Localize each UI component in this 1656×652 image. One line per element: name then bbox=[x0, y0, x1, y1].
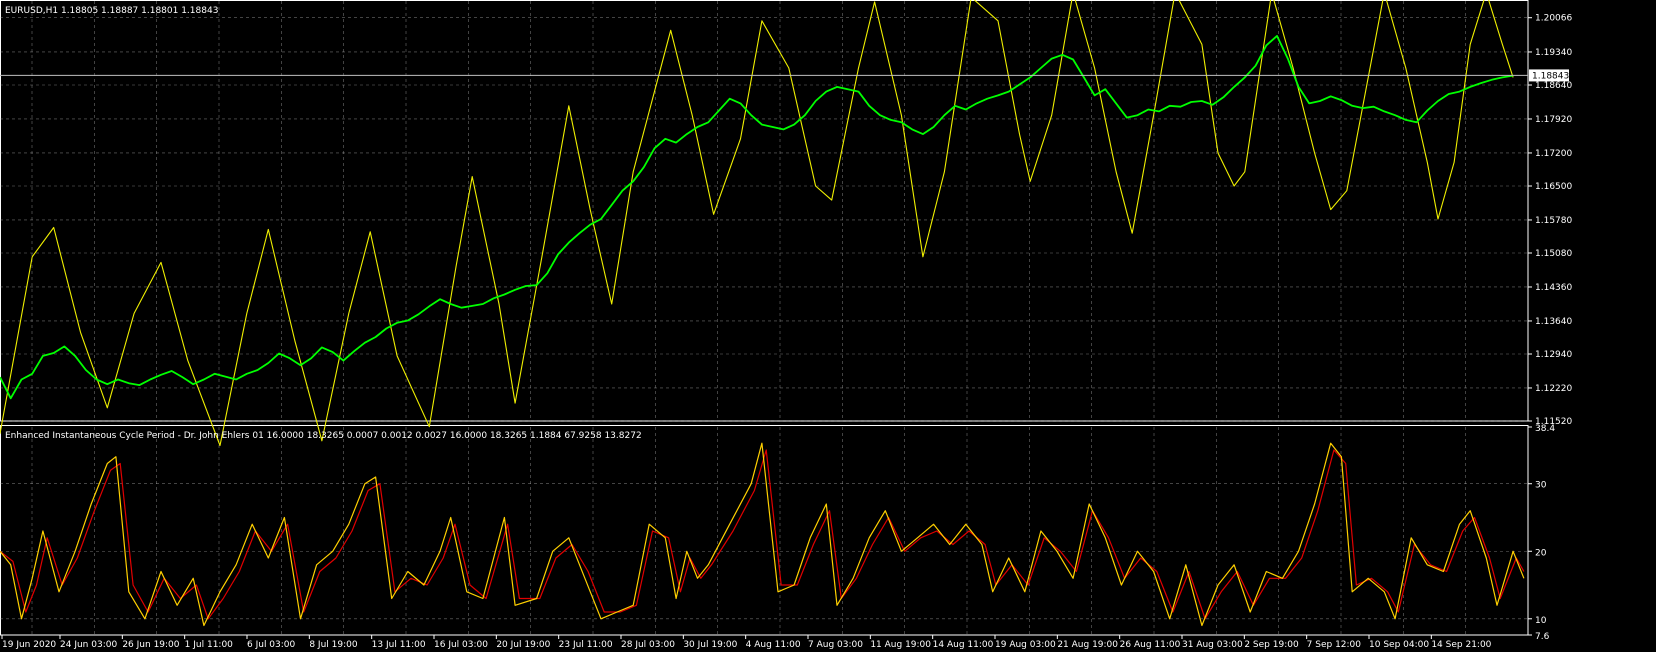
y-tick-label: 1.14360 bbox=[1535, 283, 1572, 293]
x-tick-label: 14 Aug 11:00 bbox=[933, 640, 994, 650]
y-tick-label: 7.6 bbox=[1535, 632, 1550, 642]
x-tick-label: 20 Jul 19:00 bbox=[496, 640, 550, 650]
y-tick-label: 1.18640 bbox=[1535, 81, 1572, 91]
x-tick-label: 24 Jun 03:00 bbox=[60, 640, 117, 650]
y-tick-label: 10 bbox=[1535, 616, 1547, 626]
y-tick-label: 1.15780 bbox=[1535, 216, 1572, 226]
x-tick-label: 28 Jul 03:00 bbox=[621, 640, 675, 650]
y-tick-label: 20 bbox=[1535, 548, 1547, 558]
x-tick-label: 13 Jul 11:00 bbox=[372, 640, 426, 650]
y-tick-label: 1.15080 bbox=[1535, 249, 1572, 259]
x-tick-label: 8 Jul 19:00 bbox=[309, 640, 358, 650]
main-chart-title: EURUSD,H1 1.18805 1.18887 1.18801 1.1884… bbox=[5, 6, 218, 16]
price-line bbox=[0, 35, 1514, 400]
y-tick-label: 1.13640 bbox=[1535, 317, 1572, 327]
y-tick-label: 1.17200 bbox=[1535, 149, 1572, 159]
x-tick-label: 23 Jul 11:00 bbox=[559, 640, 613, 650]
x-tick-label: 10 Sep 04:00 bbox=[1369, 640, 1429, 650]
x-tick-label: 16 Jul 03:00 bbox=[434, 640, 488, 650]
current-price-tag-label: 1.18843 bbox=[1532, 71, 1569, 81]
x-tick-label: 4 Aug 11:00 bbox=[746, 640, 801, 650]
y-tick-label: 1.19340 bbox=[1535, 48, 1572, 58]
x-tick-label: 26 Aug 11:00 bbox=[1120, 640, 1181, 650]
chart-canvas[interactable]: 1.20066 1.19340 1.18640 1.17920 1.17200 1.165… bbox=[0, 0, 1656, 652]
x-tick-label: 21 Aug 19:00 bbox=[1057, 640, 1118, 650]
trading-chart[interactable]: 1.20066 1.19340 1.18640 1.17920 1.17200 1.165… bbox=[0, 0, 1656, 652]
cycle-line bbox=[0, 0, 1514, 447]
y-tick-label: 1.12220 bbox=[1535, 384, 1572, 394]
main-pane-frame bbox=[0, 0, 1529, 422]
x-tick-label: 19 Jun 2020 bbox=[2, 640, 56, 650]
x-tick-label: 1 Jul 11:00 bbox=[185, 640, 234, 650]
indicator-signal-line bbox=[0, 449, 1525, 620]
y-tick-label: 38.4 bbox=[1535, 424, 1555, 434]
y-tick-label: 1.16500 bbox=[1535, 182, 1572, 192]
y-tick-label: 1.12940 bbox=[1535, 350, 1572, 360]
y-tick-label: 1.20066 bbox=[1535, 14, 1572, 24]
x-tick-label: 14 Sep 21:00 bbox=[1431, 640, 1491, 650]
x-tick-label: 2 Sep 19:00 bbox=[1244, 640, 1299, 650]
indicator-title: Enhanced Instantaneous Cycle Period - Dr… bbox=[5, 431, 642, 441]
x-tick-label: 11 Aug 19:00 bbox=[870, 640, 931, 650]
y-tick-label: 30 bbox=[1535, 481, 1547, 491]
indicator-main-line bbox=[0, 442, 1525, 627]
x-tick-label: 7 Aug 03:00 bbox=[808, 640, 863, 650]
x-tick-label: 26 Jun 19:00 bbox=[122, 640, 179, 650]
y-tick-label: 1.17920 bbox=[1535, 115, 1572, 125]
x-tick-label: 6 Jul 03:00 bbox=[247, 640, 296, 650]
x-tick-label: 30 Jul 19:00 bbox=[683, 640, 737, 650]
x-tick-label: 7 Sep 12:00 bbox=[1307, 640, 1362, 650]
x-tick-label: 31 Aug 03:00 bbox=[1182, 640, 1243, 650]
x-tick-label: 19 Aug 03:00 bbox=[995, 640, 1056, 650]
